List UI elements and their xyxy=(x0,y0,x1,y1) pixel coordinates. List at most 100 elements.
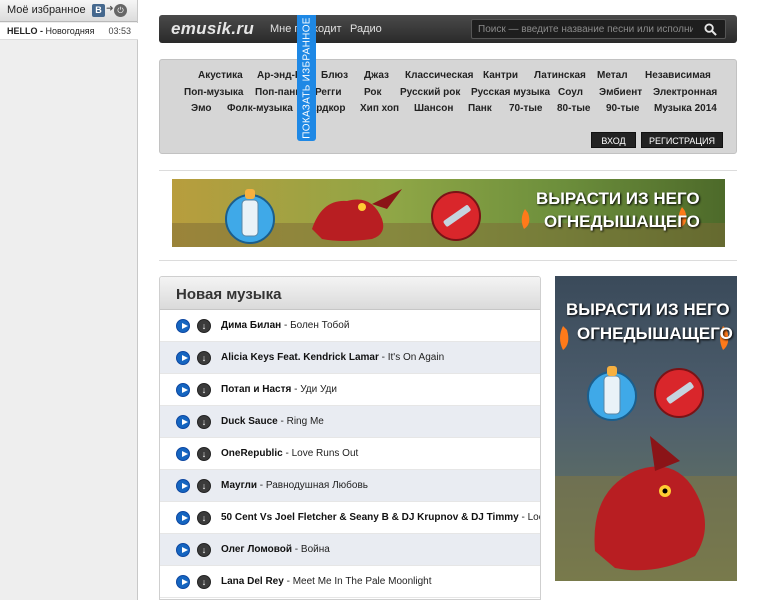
vk-icon[interactable]: В xyxy=(92,4,105,17)
genre-link[interactable]: Классическая xyxy=(405,70,474,81)
genre-link[interactable]: Акустика xyxy=(198,70,243,81)
track-artist: Дима Билан xyxy=(221,320,282,331)
track-title[interactable]: Маугли - Равнодушная Любовь xyxy=(221,480,368,491)
genre-link[interactable]: Музыка 2014 xyxy=(654,103,717,114)
track-title[interactable]: Потап и Настя - Уди Уди xyxy=(221,384,337,395)
logout-icon[interactable]: ⏻ xyxy=(114,4,127,17)
new-music-title: Новая музыка xyxy=(176,286,282,303)
arrow-right-icon: ➜ xyxy=(106,3,114,13)
track-row[interactable]: ↓ Потап и Настя - Уди Уди xyxy=(160,374,540,406)
track-artist: 50 Cent Vs Joel Fletcher & Seany B & DJ … xyxy=(221,512,519,523)
genre-link[interactable]: Блюз xyxy=(321,70,348,81)
favorites-title: Моё избранное xyxy=(7,4,86,16)
genre-link[interactable]: Электронная xyxy=(653,87,717,98)
play-icon[interactable] xyxy=(176,415,190,429)
track-song: Meet Me In The Pale Moonlight xyxy=(292,576,432,587)
genre-link[interactable]: Независимая xyxy=(645,70,711,81)
nav-link-radio[interactable]: Радио xyxy=(350,23,382,35)
track-row[interactable]: ↓ OneRepublic - Love Runs Out xyxy=(160,438,540,470)
genre-link[interactable]: Эмо xyxy=(191,103,212,114)
login-button[interactable]: ВХОД xyxy=(591,132,636,148)
banner-slogan-2: ОГНЕДЫШАЩЕГО xyxy=(544,212,700,231)
track-song: Уди Уди xyxy=(300,384,337,395)
track-row[interactable]: ↓ Duck Sauce - Ring Me xyxy=(160,406,540,438)
download-icon[interactable]: ↓ xyxy=(197,415,211,429)
genre-link[interactable]: Джаз xyxy=(364,70,389,81)
genre-link[interactable]: Русская музыка xyxy=(471,87,550,98)
genre-link[interactable]: Соул xyxy=(558,87,583,98)
favorites-header: Моё избранное В ➜ ⏻ xyxy=(0,0,137,22)
genre-link[interactable]: 70-тые xyxy=(509,103,542,114)
track-song: It's On Again xyxy=(387,352,445,363)
track-title[interactable]: Lana Del Rey - Meet Me In The Pale Moonl… xyxy=(221,576,431,587)
genre-link[interactable]: 90-тые xyxy=(606,103,639,114)
track-artist: OneRepublic xyxy=(221,448,283,459)
ad-slogan-2: ОГНЕДЫШАЩЕГО xyxy=(577,324,733,343)
track-artist: Маугли xyxy=(221,480,257,491)
play-icon[interactable] xyxy=(176,319,190,333)
search-input[interactable] xyxy=(478,22,693,37)
new-music-header: Новая музыка xyxy=(160,277,540,310)
play-icon[interactable] xyxy=(176,479,190,493)
track-title[interactable]: OneRepublic - Love Runs Out xyxy=(221,448,358,459)
genre-link[interactable]: Панк xyxy=(468,103,492,114)
banner-slogan-1: ВЫРАСТИ ИЗ НЕГО xyxy=(536,189,700,208)
track-title[interactable]: 50 Cent Vs Joel Fletcher & Seany B & DJ … xyxy=(221,512,540,523)
side-ad-artwork xyxy=(555,326,737,581)
track-song: Болен Тобой xyxy=(290,320,350,331)
track-row[interactable]: ↓ Олег Ломовой - Война xyxy=(160,534,540,566)
play-icon[interactable] xyxy=(176,543,190,557)
genre-link[interactable]: Фолк-музыка xyxy=(227,103,293,114)
track-song: Loco Canc xyxy=(527,512,540,523)
genre-link[interactable]: Русский рок xyxy=(400,87,460,98)
favorite-track[interactable]: HELLO - Новогодняя 03:53 xyxy=(0,23,138,40)
track-title[interactable]: Duck Sauce - Ring Me xyxy=(221,416,324,427)
download-icon[interactable]: ↓ xyxy=(197,351,211,365)
play-icon[interactable] xyxy=(176,351,190,365)
search-icon[interactable] xyxy=(704,23,717,36)
track-title[interactable]: Дима Билан - Болен Тобой xyxy=(221,320,349,331)
download-icon[interactable]: ↓ xyxy=(197,319,211,333)
track-song: Love Runs Out xyxy=(291,448,359,459)
top-header: emusik.ru Мне подходит Радио xyxy=(159,15,737,43)
side-ad[interactable]: ВЫРАСТИ ИЗ НЕГО ОГНЕДЫШАЩЕГО xyxy=(555,276,737,581)
genre-link[interactable]: Шансон xyxy=(414,103,453,114)
site-logo[interactable]: emusik.ru xyxy=(171,19,254,39)
download-icon[interactable]: ↓ xyxy=(197,511,211,525)
download-icon[interactable]: ↓ xyxy=(197,447,211,461)
track-song: Ring Me xyxy=(286,416,324,427)
play-icon[interactable] xyxy=(176,511,190,525)
download-icon[interactable]: ↓ xyxy=(197,383,211,397)
register-button[interactable]: РЕГИСТРАЦИЯ xyxy=(641,132,723,148)
genre-link[interactable]: Поп-музыка xyxy=(184,87,243,98)
track-row[interactable]: ↓ Маугли - Равнодушная Любовь xyxy=(160,470,540,502)
track-artist: Потап и Настя xyxy=(221,384,292,395)
download-icon[interactable]: ↓ xyxy=(197,479,211,493)
show-favorites-tab[interactable]: ПОКАЗАТЬ ИЗБРАННОЕ xyxy=(297,15,316,141)
play-icon[interactable] xyxy=(176,575,190,589)
track-title[interactable]: Alicia Keys Feat. Kendrick Lamar - It's … xyxy=(221,352,444,363)
genre-link[interactable]: 80-тые xyxy=(557,103,590,114)
track-row[interactable]: ↓ Lana Del Rey - Meet Me In The Pale Moon… xyxy=(160,566,540,598)
genres-panel: Акустика Ар-энд-Би Блюз Джаз Классическа… xyxy=(159,59,737,154)
track-row[interactable]: ↓ 50 Cent Vs Joel Fletcher & Seany B & DJ… xyxy=(160,502,540,534)
favorite-track-duration: 03:53 xyxy=(108,26,131,36)
genre-link[interactable]: Кантри xyxy=(483,70,518,81)
download-icon[interactable]: ↓ xyxy=(197,575,211,589)
track-row[interactable]: ↓ Alicia Keys Feat. Kendrick Lamar - It's… xyxy=(160,342,540,374)
genre-link[interactable]: Метал xyxy=(597,70,628,81)
genre-link[interactable]: Латинская xyxy=(534,70,586,81)
banner-ad[interactable]: ВЫРАСТИ ИЗ НЕГО ОГНЕДЫШАЩЕГО xyxy=(172,179,725,247)
track-title[interactable]: Олег Ломовой - Война xyxy=(221,544,330,555)
show-favorites-label: ПОКАЗАТЬ ИЗБРАННОЕ xyxy=(301,17,312,139)
genre-link[interactable]: Рок xyxy=(364,87,382,98)
genre-link[interactable]: Поп-панк xyxy=(255,87,300,98)
download-icon[interactable]: ↓ xyxy=(197,543,211,557)
genre-link[interactable]: Хип хоп xyxy=(360,103,399,114)
genre-link[interactable]: Эмбиент xyxy=(599,87,642,98)
genre-link[interactable]: Регги xyxy=(315,87,341,98)
track-row[interactable]: ↓ Дима Билан - Болен Тобой xyxy=(160,310,540,342)
play-icon[interactable] xyxy=(176,447,190,461)
favorites-sidebar: Моё избранное В ➜ ⏻ HELLO - Новогодняя 0… xyxy=(0,0,138,600)
play-icon[interactable] xyxy=(176,383,190,397)
